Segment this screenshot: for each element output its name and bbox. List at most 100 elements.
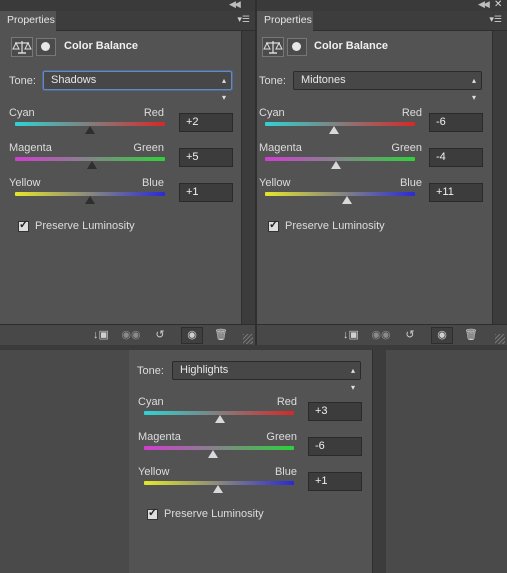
yellow-blue-slider[interactable]: Yellow Blue +1: [129, 466, 369, 506]
tab-properties[interactable]: Properties: [0, 11, 56, 31]
panel-title-bar: ◀◀ ✕: [257, 0, 507, 11]
red-label: Red: [401, 107, 422, 119]
layer-mask-icon[interactable]: [36, 38, 56, 56]
clip-to-layer-icon[interactable]: ↓▣: [341, 328, 361, 343]
blue-label: Blue: [141, 177, 164, 189]
trash-icon[interactable]: 🗑: [461, 328, 481, 343]
eye-icon[interactable]: ◉: [431, 327, 453, 344]
adjustment-header: Color Balance: [257, 31, 507, 61]
green-label: Green: [133, 142, 164, 154]
magenta-green-track[interactable]: [144, 446, 294, 450]
tone-select-value: Highlights: [180, 364, 229, 376]
yellow-blue-thumb[interactable]: [213, 485, 223, 493]
yellow-blue-slider[interactable]: Yellow Blue +11: [257, 177, 490, 217]
magenta-label: Magenta: [138, 431, 181, 443]
panel-scrollbar[interactable]: [372, 350, 386, 573]
yellow-blue-thumb[interactable]: [85, 196, 95, 204]
view-previous-state-icon[interactable]: ◉◉: [371, 328, 391, 343]
panel-tab-bar: Properties ▾☰: [257, 11, 507, 31]
properties-panel-highlights: Tone: Highlights ▴ ▾ Cyan Red +3 Magenta …: [129, 350, 386, 573]
red-label: Red: [143, 107, 164, 119]
panel-scrollbar[interactable]: [492, 31, 507, 324]
eye-icon[interactable]: ◉: [181, 327, 203, 344]
yellow-blue-track[interactable]: [265, 192, 415, 196]
panel-divider: [255, 0, 257, 350]
yellow-blue-value[interactable]: +1: [308, 472, 362, 491]
scale-balance-icon: [262, 37, 284, 57]
trash-icon[interactable]: 🗑: [211, 328, 231, 343]
double-chevron-left-icon[interactable]: ◀◀: [478, 0, 490, 10]
cyan-red-track[interactable]: [265, 122, 415, 126]
magenta-green-slider[interactable]: Magenta Green +5: [0, 142, 240, 182]
panel-scrollbar[interactable]: [241, 31, 255, 324]
cyan-red-value[interactable]: +2: [179, 113, 233, 132]
layer-mask-icon[interactable]: [287, 38, 307, 56]
magenta-green-thumb[interactable]: [208, 450, 218, 458]
yellow-blue-value[interactable]: +1: [179, 183, 233, 202]
cyan-red-slider[interactable]: Cyan Red -6: [257, 107, 490, 147]
adjustment-header: Color Balance: [0, 31, 255, 61]
magenta-label: Magenta: [9, 142, 52, 154]
yellow-label: Yellow: [138, 466, 170, 478]
panel-menu-icon[interactable]: ▾☰: [237, 14, 250, 25]
preserve-luminosity-checkbox[interactable]: [147, 506, 158, 520]
tone-select[interactable]: Shadows ▴ ▾: [43, 71, 232, 102]
green-label: Green: [391, 142, 422, 154]
yellow-blue-slider[interactable]: Yellow Blue +1: [0, 177, 240, 217]
cyan-red-value[interactable]: +3: [308, 402, 362, 421]
cyan-red-slider[interactable]: Cyan Red +2: [0, 107, 240, 147]
blue-label: Blue: [399, 177, 422, 189]
close-icon[interactable]: ✕: [494, 0, 502, 10]
reset-icon[interactable]: ↺: [400, 328, 420, 343]
tone-select[interactable]: Midtones ▴ ▾: [293, 71, 482, 102]
panel-footer-toolbar: ↓▣ ◉◉ ↺ ◉ 🗑: [0, 324, 255, 345]
panel-tab-bar: Properties ▾☰: [0, 11, 255, 31]
adjustment-title: Color Balance: [314, 40, 388, 52]
preserve-luminosity-label: Preserve Luminosity: [35, 220, 135, 232]
clip-to-layer-icon[interactable]: ↓▣: [91, 328, 111, 343]
magenta-green-value[interactable]: -4: [429, 148, 483, 167]
panel-menu-icon[interactable]: ▾☰: [489, 14, 502, 25]
red-label: Red: [276, 396, 297, 408]
blue-label: Blue: [274, 466, 297, 478]
magenta-green-value[interactable]: -6: [308, 437, 362, 456]
panel-footer-toolbar: ↓▣ ◉◉ ↺ ◉ 🗑: [257, 324, 507, 345]
preserve-luminosity-label: Preserve Luminosity: [285, 220, 385, 232]
properties-panel-shadows: ◀◀ Properties ▾☰ Color Balance Tone: Sha…: [0, 0, 255, 345]
cyan-label: Cyan: [138, 396, 164, 408]
resize-grip-icon[interactable]: [243, 334, 253, 344]
magenta-green-slider[interactable]: Magenta Green -4: [257, 142, 490, 182]
preserve-luminosity-checkbox[interactable]: [18, 218, 29, 232]
cyan-red-thumb[interactable]: [215, 415, 225, 423]
cyan-red-thumb[interactable]: [329, 126, 339, 134]
magenta-green-thumb[interactable]: [331, 161, 341, 169]
cyan-red-thumb[interactable]: [85, 126, 95, 134]
yellow-label: Yellow: [9, 177, 41, 189]
preserve-luminosity-checkbox[interactable]: [268, 218, 279, 232]
cyan-red-value[interactable]: -6: [429, 113, 483, 132]
cyan-label: Cyan: [259, 107, 285, 119]
tone-select[interactable]: Highlights ▴ ▾: [172, 361, 361, 392]
yellow-blue-value[interactable]: +11: [429, 183, 483, 202]
chevron-updown-icon: ▴ ▾: [350, 366, 355, 392]
resize-grip-icon[interactable]: [495, 334, 505, 344]
yellow-blue-thumb[interactable]: [342, 196, 352, 204]
tone-label: Tone:: [137, 365, 164, 377]
magenta-green-thumb[interactable]: [87, 161, 97, 169]
double-chevron-left-icon[interactable]: ◀◀: [229, 0, 241, 10]
tone-select-value: Shadows: [51, 74, 97, 86]
panel-title-bar: ◀◀: [0, 0, 255, 11]
cyan-red-slider[interactable]: Cyan Red +3: [129, 396, 369, 436]
tone-select-value: Midtones: [301, 74, 346, 86]
tone-label: Tone:: [259, 75, 286, 87]
chevron-updown-icon: ▴ ▾: [221, 76, 226, 102]
magenta-green-slider[interactable]: Magenta Green -6: [129, 431, 369, 471]
properties-panel-midtones: ◀◀ ✕ Properties ▾☰ Color Balance Tone: M…: [257, 0, 507, 345]
adjustment-title: Color Balance: [64, 40, 138, 52]
green-label: Green: [266, 431, 297, 443]
magenta-green-value[interactable]: +5: [179, 148, 233, 167]
tab-properties[interactable]: Properties: [257, 11, 313, 31]
reset-icon[interactable]: ↺: [150, 328, 170, 343]
yellow-label: Yellow: [259, 177, 291, 189]
view-previous-state-icon[interactable]: ◉◉: [121, 328, 141, 343]
